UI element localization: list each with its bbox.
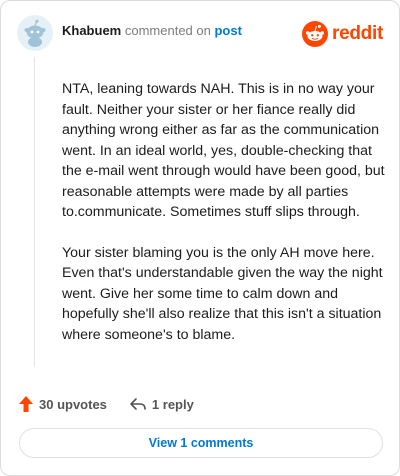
comment-body: NTA, leaning towards NAH. This is in no … xyxy=(62,79,387,365)
comment-paragraph: NTA, leaning towards NAH. This is in no … xyxy=(62,81,385,220)
upvote-button[interactable]: 30 upvotes xyxy=(18,395,107,413)
comment-card: Khabuem commented on post reddit NTA, le… xyxy=(0,0,400,476)
post-link[interactable]: post xyxy=(214,23,241,38)
view-comments-button[interactable]: View 1 comments xyxy=(19,428,383,458)
reply-arrow-icon xyxy=(130,398,146,410)
thread-line xyxy=(34,57,35,367)
upvote-arrow-icon xyxy=(19,396,33,412)
reddit-logo-icon xyxy=(302,21,329,47)
comment-header: Khabuem commented on post reddit xyxy=(17,15,383,51)
comment-byline: Khabuem commented on post xyxy=(62,23,242,39)
snoo-avatar-icon[interactable] xyxy=(17,15,53,51)
brand-wordmark: reddit xyxy=(332,23,383,44)
reply-count: 1 reply xyxy=(151,396,194,412)
comment-paragraph: Your sister blaming you is the only AH m… xyxy=(62,244,383,343)
comment-verb: commented on xyxy=(124,22,211,38)
upvote-count: 30 upvotes xyxy=(39,396,107,412)
reddit-brand[interactable]: reddit xyxy=(302,21,383,47)
comment-actions: 30 upvotes 1 reply xyxy=(18,393,194,415)
reply-button[interactable]: 1 reply xyxy=(129,397,194,412)
author-name[interactable]: Khabuem xyxy=(62,23,121,38)
